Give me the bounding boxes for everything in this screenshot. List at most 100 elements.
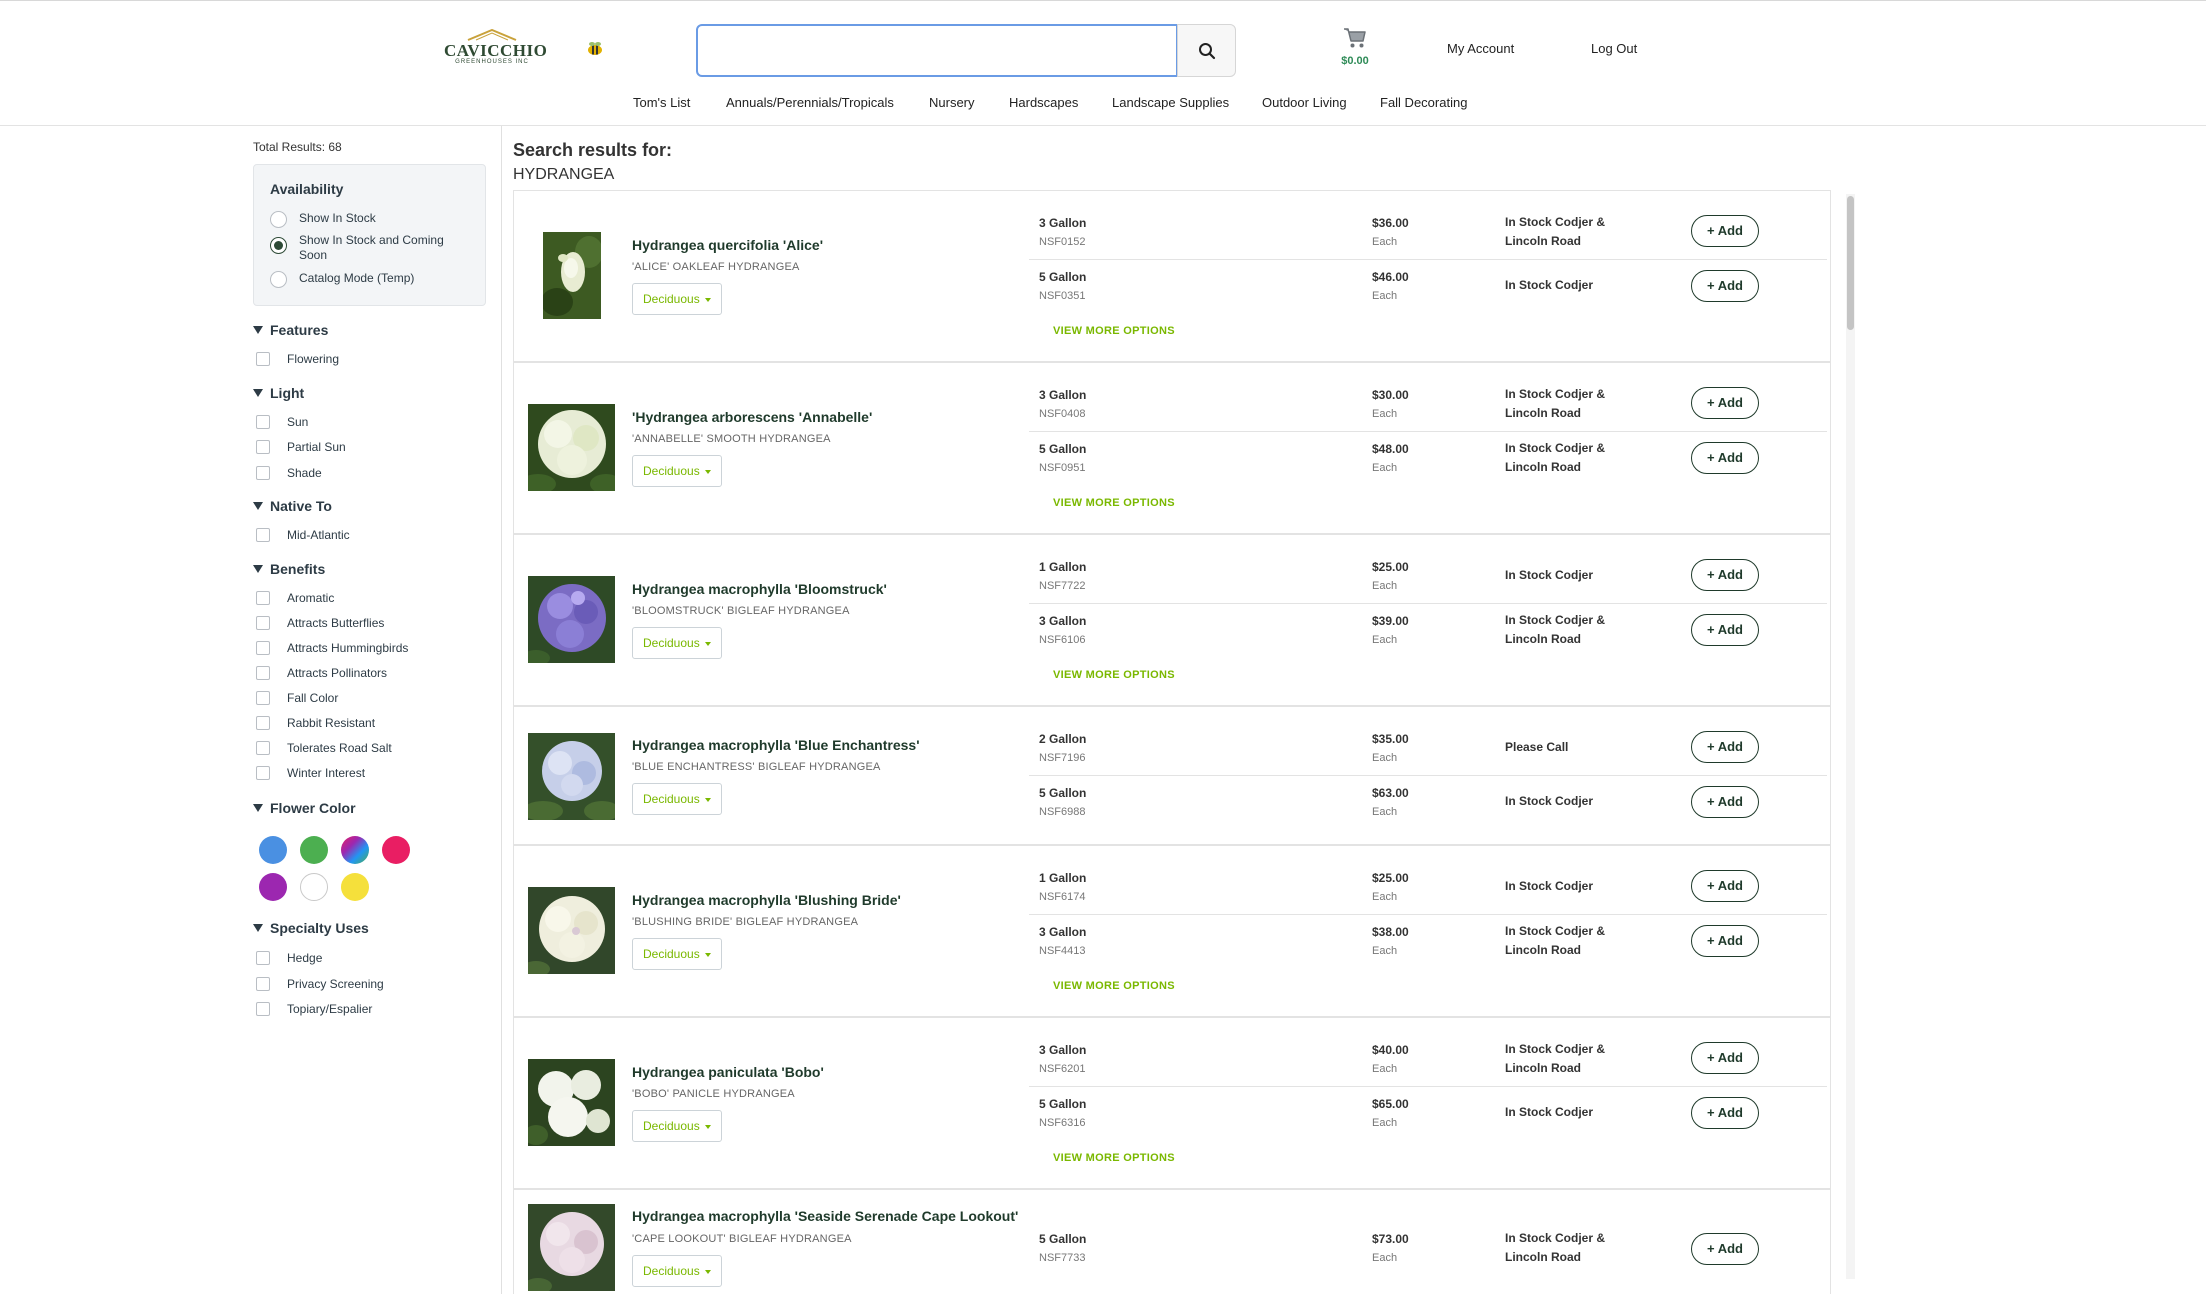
search-input[interactable] [696,24,1178,77]
nav-toms-list[interactable]: Tom's List [633,95,690,110]
radio-button-selected[interactable] [270,237,287,254]
add-to-cart-button[interactable]: + Add [1691,614,1759,646]
product-image[interactable] [528,1059,615,1146]
deciduous-dropdown[interactable]: Deciduous [632,938,722,970]
scrollbar-thumb[interactable] [1847,196,1854,330]
checkbox[interactable] [256,466,270,480]
filter-sun[interactable]: Sun [256,415,308,429]
product-image[interactable] [543,232,601,319]
filter-flowering[interactable]: Flowering [256,352,339,366]
checkbox[interactable] [256,591,270,605]
light-toggle[interactable]: Light [253,385,304,401]
checkbox[interactable] [256,741,270,755]
checkbox[interactable] [256,716,270,730]
deciduous-dropdown[interactable]: Deciduous [632,1255,722,1287]
benefits-toggle[interactable]: Benefits [253,561,325,577]
filter-fall-color[interactable]: Fall Color [256,691,338,705]
availability-option-catalog-mode[interactable]: Catalog Mode (Temp) [270,271,459,288]
filter-tolerates-road-salt[interactable]: Tolerates Road Salt [256,741,392,755]
checkbox[interactable] [256,691,270,705]
add-to-cart-button[interactable]: + Add [1691,270,1759,302]
add-to-cart-button[interactable]: + Add [1691,1097,1759,1129]
product-name[interactable]: Hydrangea macrophylla 'Blue Enchantress' [632,737,920,753]
cart-button[interactable]: $0.00 [1330,27,1380,77]
color-swatch-yellow[interactable] [341,873,369,901]
add-to-cart-button[interactable]: + Add [1691,559,1759,591]
filter-privacy-screening[interactable]: Privacy Screening [256,977,384,991]
view-more-options-link[interactable]: VIEW MORE OPTIONS [1053,980,1175,992]
product-name[interactable]: Hydrangea paniculata 'Bobo' [632,1064,824,1080]
filter-hedge[interactable]: Hedge [256,951,322,965]
filter-attracts-butterflies[interactable]: Attracts Butterflies [256,616,384,630]
checkbox[interactable] [256,766,270,780]
my-account-link[interactable]: My Account [1447,41,1514,56]
product-name[interactable]: Hydrangea macrophylla 'Bloomstruck' [632,581,887,597]
color-swatch-multicolor[interactable] [341,836,369,864]
deciduous-dropdown[interactable]: Deciduous [632,455,722,487]
product-image[interactable] [528,887,615,974]
filter-aromatic[interactable]: Aromatic [256,591,334,605]
logo[interactable]: CAVICCHIO GREENHOUSES INC [444,29,547,69]
add-to-cart-button[interactable]: + Add [1691,387,1759,419]
product-name[interactable]: Hydrangea quercifolia 'Alice' [632,237,823,253]
color-swatch-white[interactable] [300,873,328,901]
product-name[interactable]: Hydrangea macrophylla 'Seaside Serenade … [632,1208,1018,1224]
view-more-options-link[interactable]: VIEW MORE OPTIONS [1053,325,1175,337]
product-image[interactable] [528,576,615,663]
add-to-cart-button[interactable]: + Add [1691,1042,1759,1074]
scrollbar-track[interactable] [1846,194,1855,1279]
checkbox[interactable] [256,641,270,655]
availability-option-in-stock-coming-soon[interactable]: Show In Stock and Coming Soon [270,233,459,263]
nav-annuals-perennials-tropicals[interactable]: Annuals/Perennials/Tropicals [726,95,894,110]
flower-color-toggle[interactable]: Flower Color [253,800,356,816]
filter-winter-interest[interactable]: Winter Interest [256,766,365,780]
product-image[interactable] [528,1204,615,1291]
checkbox[interactable] [256,528,270,542]
checkbox[interactable] [256,415,270,429]
view-more-options-link[interactable]: VIEW MORE OPTIONS [1053,497,1175,509]
nav-outdoor-living[interactable]: Outdoor Living [1262,95,1347,110]
checkbox[interactable] [256,352,270,366]
product-name[interactable]: 'Hydrangea arborescens 'Annabelle' [632,409,872,425]
color-swatch-pink[interactable] [382,836,410,864]
product-image[interactable] [528,404,615,491]
deciduous-dropdown[interactable]: Deciduous [632,627,722,659]
add-to-cart-button[interactable]: + Add [1691,786,1759,818]
filter-attracts-pollinators[interactable]: Attracts Pollinators [256,666,387,680]
log-out-link[interactable]: Log Out [1591,41,1637,56]
filter-rabbit-resistant[interactable]: Rabbit Resistant [256,716,375,730]
deciduous-dropdown[interactable]: Deciduous [632,283,722,315]
view-more-options-link[interactable]: VIEW MORE OPTIONS [1053,1152,1175,1164]
deciduous-dropdown[interactable]: Deciduous [632,1110,722,1142]
add-to-cart-button[interactable]: + Add [1691,215,1759,247]
specialty-uses-toggle[interactable]: Specialty Uses [253,920,369,936]
add-to-cart-button[interactable]: + Add [1691,870,1759,902]
product-name[interactable]: Hydrangea macrophylla 'Blushing Bride' [632,892,901,908]
color-swatch-blue[interactable] [259,836,287,864]
checkbox[interactable] [256,951,270,965]
add-to-cart-button[interactable]: + Add [1691,925,1759,957]
availability-option-in-stock[interactable]: Show In Stock [270,211,459,228]
filter-partial-sun[interactable]: Partial Sun [256,440,346,454]
view-more-options-link[interactable]: VIEW MORE OPTIONS [1053,669,1175,681]
deciduous-dropdown[interactable]: Deciduous [632,783,722,815]
color-swatch-green[interactable] [300,836,328,864]
checkbox[interactable] [256,440,270,454]
checkbox[interactable] [256,666,270,680]
checkbox[interactable] [256,616,270,630]
search-button[interactable] [1177,24,1236,77]
add-to-cart-button[interactable]: + Add [1691,442,1759,474]
radio-button[interactable] [270,271,287,288]
filter-attracts-hummingbirds[interactable]: Attracts Hummingbirds [256,641,408,655]
radio-button[interactable] [270,211,287,228]
features-toggle[interactable]: Features [253,322,328,338]
checkbox[interactable] [256,977,270,991]
filter-topiary-espalier[interactable]: Topiary/Espalier [256,1002,372,1016]
checkbox[interactable] [256,1002,270,1016]
add-to-cart-button[interactable]: + Add [1691,1233,1759,1265]
nav-hardscapes[interactable]: Hardscapes [1009,95,1078,110]
filter-shade[interactable]: Shade [256,466,322,480]
color-swatch-purple[interactable] [259,873,287,901]
filter-mid-atlantic[interactable]: Mid-Atlantic [256,528,350,542]
add-to-cart-button[interactable]: + Add [1691,731,1759,763]
